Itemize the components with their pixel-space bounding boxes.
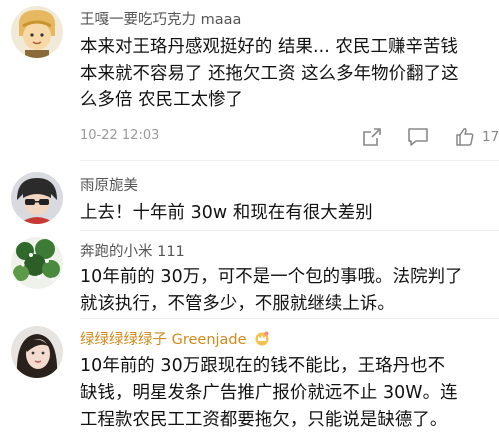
vip-crown-icon [255, 331, 269, 346]
comment-item: 奔跑的小米 111 10年前的 30万，可不是一个包的事哦。法院判了 就该执行，… [0, 231, 499, 319]
comment-text-line: 上去！十年前 30w 和现在有很大差别 [80, 203, 373, 223]
avatar-image [11, 172, 63, 224]
comment-actions: 17 [359, 125, 499, 149]
like-button[interactable]: 17 [455, 127, 499, 147]
comment-username[interactable]: 王嘎一要吃巧克力 maaa [80, 8, 241, 29]
comment-username[interactable]: 奔跑的小米 111 [80, 240, 185, 261]
share-button[interactable] [362, 127, 382, 147]
comment-text-line: 10年前的 30万，可不是一个包的事哦。法院判了 [80, 267, 463, 287]
comment-text-line: 本来对王珞丹感观挺好的 结果... 农民工赚辛苦钱 [80, 37, 458, 57]
comment-text-line: 本来就不容易了 还拖欠工资 这么多年物价翻了这 [80, 63, 459, 84]
reply-button[interactable] [407, 127, 429, 147]
comment-item: 绿绿绿绿绿子 Greenjade 10年前的 30万跟现在的钱不能比，王珞丹也不… [0, 319, 499, 444]
comment-text-line: 工程款农民工工资都要拖欠，只能说是缺德了。 [80, 410, 448, 430]
comment-username[interactable]: 绿绿绿绿绿子 Greenjade [80, 328, 270, 349]
comment-item: 雨原旎美 上去！十年前 30w 和现在有很大差别 [0, 161, 499, 231]
avatar-image [11, 6, 63, 58]
share-icon [363, 128, 381, 146]
avatar[interactable] [11, 326, 63, 378]
comment-text-line: 10年前的 30万跟现在的钱不能比，王珞丹也不 [80, 356, 446, 376]
like-icon [456, 128, 474, 146]
comment-username[interactable]: 雨原旎美 [80, 174, 138, 195]
avatar-image [11, 326, 63, 378]
comment-text-line: 就该执行，不管多少，不服就继续上诉。 [80, 293, 395, 314]
like-count: 17 [482, 129, 499, 145]
avatar[interactable] [11, 6, 63, 58]
avatar[interactable] [11, 172, 63, 224]
avatar[interactable] [11, 237, 63, 289]
comment-text-line: 么多倍 农民工太惨了 [80, 90, 244, 110]
avatar-image [11, 237, 63, 289]
comment-text-line: 缺钱，明星发条广告推广报价就远不止 30W。连 [80, 383, 458, 403]
username-text: 绿绿绿绿绿子 Greenjade [80, 332, 247, 348]
comment-icon [408, 128, 428, 146]
comment-timestamp: 10-22 12:03 [80, 128, 160, 143]
comment-item: 王嘎一要吃巧克力 maaa 本来对王珞丹感观挺好的 结果... 农民工赚辛苦钱 … [0, 0, 499, 166]
